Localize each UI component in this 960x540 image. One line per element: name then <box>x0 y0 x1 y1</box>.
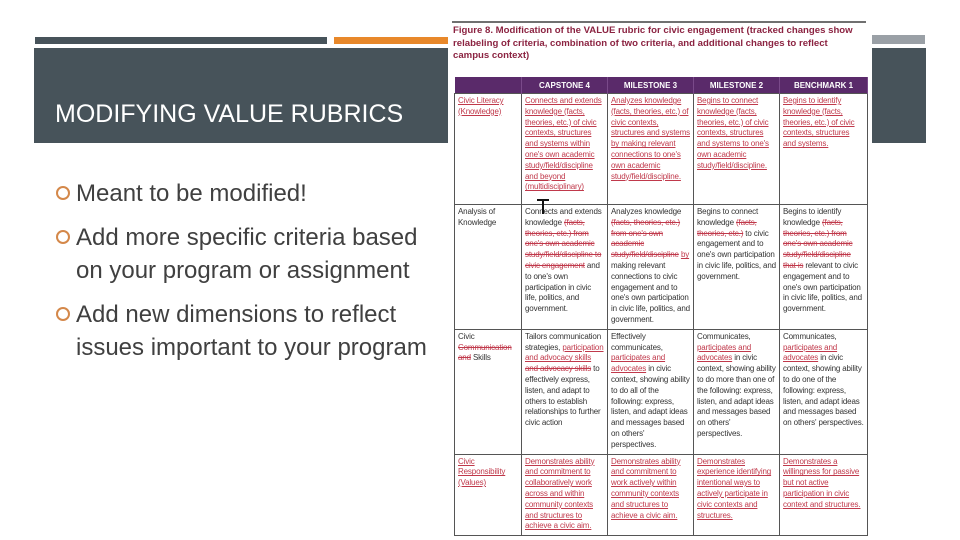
bullet-list: Meant to be modified! Add more specific … <box>56 177 436 375</box>
inserted-text: Demonstrates ability and commitment to w… <box>611 456 681 520</box>
rubric-row: Analysis of Knowledge Connects and extend… <box>454 204 868 330</box>
criterion-cell: Civic Communication and Skills <box>454 328 522 455</box>
rubric-cell: Effectively communicates, participates a… <box>607 328 694 455</box>
decorative-bar-orange <box>334 37 451 44</box>
slide-title: MODIFYING VALUE RUBRICS <box>55 100 404 128</box>
cell-text: in civic context, showing ability to do … <box>611 364 690 449</box>
decorative-bar-gray <box>872 35 925 44</box>
rubric-cell: Demonstrates ability and commitment to c… <box>521 453 608 537</box>
title-band-right <box>872 48 926 143</box>
inserted-text: Civic Responsibility (Values) <box>458 456 506 488</box>
rubric-cell: Connects and extends knowledge (facts, t… <box>521 204 608 330</box>
rubric-cell: Begins to connect knowledge (facts, theo… <box>693 204 780 330</box>
figure-caption: Figure 8. Modification of the VALUE rubr… <box>453 25 853 61</box>
cell-text: in civic context, showing ability to do … <box>783 353 864 428</box>
column-header: CAPSTONE 4 <box>521 77 608 94</box>
inserted-text: Connects and extends knowledge (facts, t… <box>525 96 602 192</box>
figure-top-rule <box>452 21 866 23</box>
rubric-cell: Communicates, participates and advocates… <box>693 328 780 455</box>
rubric-figure-image: Figure 8. Modification of the VALUE rubr… <box>448 18 870 537</box>
text-cursor-icon <box>542 200 544 214</box>
circle-bullet-icon <box>56 307 70 321</box>
inserted-text: Demonstrates ability and commitment to c… <box>525 456 595 531</box>
cell-text: to effectively express, listen, and adap… <box>525 364 601 428</box>
rubric-cell: Begins to identify knowledge (facts, the… <box>779 204 868 330</box>
rubric-cell: Tailors communication strategies, partic… <box>521 328 608 455</box>
rubric-cell: Communicates, participates and advocates… <box>779 328 868 455</box>
inserted-text: Begins to connect knowledge (facts, theo… <box>697 96 769 170</box>
inserted-text: by <box>680 250 690 260</box>
circle-bullet-icon <box>56 230 70 244</box>
inserted-text: Civic Literacy (Knowledge) <box>458 96 504 116</box>
decorative-bar-dark <box>35 37 327 44</box>
cell-text: Civic <box>458 331 475 341</box>
cell-text: in civic context, showing ability to do … <box>697 353 776 438</box>
bullet-item: Meant to be modified! <box>56 177 436 210</box>
rubric-row: Civic Literacy (Knowledge) Connects and e… <box>454 93 868 205</box>
criterion-cell: Civic Literacy (Knowledge) <box>454 93 522 205</box>
cell-text: Analysis of Knowledge <box>458 207 497 227</box>
bullet-text: Meant to be modified! <box>76 180 307 207</box>
rubric-row: Civic Communication and Skills Tailors co… <box>454 328 868 455</box>
deleted-text: and advocacy skills <box>525 364 592 374</box>
bullet-text: Add new dimensions to reflect issues imp… <box>76 301 427 361</box>
rubric-cell: Demonstrates experience identifying inte… <box>693 453 780 537</box>
rubric-cell: Analyzes knowledge (facts, theories, etc… <box>607 93 694 205</box>
bullet-item: Add more specific criteria based on your… <box>56 221 436 287</box>
criterion-cell: Analysis of Knowledge <box>454 204 522 330</box>
rubric-cell: Begins to identify knowledge (facts, the… <box>779 93 868 205</box>
circle-bullet-icon <box>56 186 70 200</box>
cell-text: Effectively communicates, <box>611 331 663 352</box>
column-header: MILESTONE 2 <box>693 77 780 94</box>
rubric-cell: Analyzes knowledge (facts, theories, etc… <box>607 204 694 330</box>
inserted-text: Begins to identify knowledge (facts, the… <box>783 96 855 149</box>
rubric-row: Civic Responsibility (Values) Demonstrate… <box>454 453 868 537</box>
rubric-cell: Demonstrates ability and commitment to w… <box>607 453 694 537</box>
rubric-cell: Begins to connect knowledge (facts, theo… <box>693 93 780 205</box>
column-header <box>454 77 522 94</box>
column-header: BENCHMARK 1 <box>779 77 868 94</box>
rubric-header-row: CAPSTONE 4 MILESTONE 3 MILESTONE 2 BENCH… <box>454 77 868 94</box>
deleted-text: (facts, theories, etc.) from one's own a… <box>611 217 681 260</box>
bullet-item: Add new dimensions to reflect issues imp… <box>56 298 436 364</box>
cell-text: Skills <box>470 353 491 363</box>
cell-text: Communicates, <box>783 331 837 341</box>
inserted-text: Demonstrates experience identifying inte… <box>697 456 772 520</box>
rubric-cell: Demonstrates a willingness for passive b… <box>779 453 868 537</box>
inserted-text: Demonstrates a willingness for passive b… <box>783 456 861 509</box>
bullet-text: Add more specific criteria based on your… <box>76 224 418 284</box>
criterion-cell: Civic Responsibility (Values) <box>454 453 522 537</box>
inserted-text: Analyzes knowledge (facts, theories, etc… <box>611 96 690 181</box>
column-header: MILESTONE 3 <box>607 77 694 94</box>
rubric-table: CAPSTONE 4 MILESTONE 3 MILESTONE 2 BENCH… <box>454 77 868 537</box>
cell-text: Communicates, <box>697 331 751 341</box>
cell-text: making relevant connections to civic eng… <box>611 260 690 324</box>
cell-text: Analyzes knowledge <box>611 207 682 216</box>
rubric-cell: Connects and extends knowledge (facts, t… <box>521 93 608 205</box>
